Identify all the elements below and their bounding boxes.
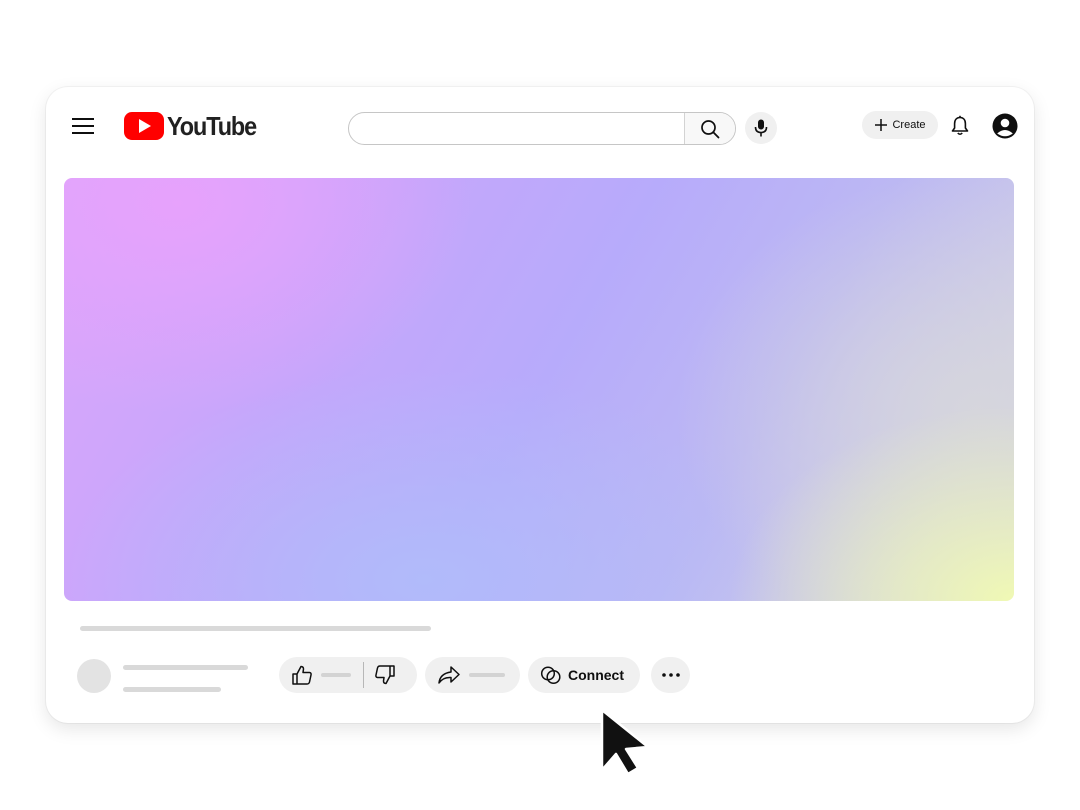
hamburger-menu-icon[interactable] [72, 117, 94, 135]
top-bar: YouTube Create [46, 87, 1034, 167]
bell-icon[interactable] [950, 115, 970, 137]
microphone-icon [754, 119, 768, 137]
like-divider [363, 662, 364, 688]
share-button[interactable] [425, 657, 520, 693]
channel-name-placeholder [123, 665, 248, 670]
logo-text: YouTube [167, 110, 257, 141]
like-count-placeholder [321, 673, 351, 677]
thumbs-up-icon [292, 665, 312, 685]
video-player[interactable] [64, 178, 1014, 601]
create-label: Create [892, 119, 926, 131]
video-title-placeholder [80, 626, 431, 631]
more-horizontal-icon [661, 673, 680, 677]
search-bar [348, 112, 736, 145]
search-icon [701, 119, 720, 138]
mouse-pointer-icon [600, 708, 650, 776]
dislike-button[interactable] [374, 657, 396, 693]
connect-button[interactable]: Connect [528, 657, 640, 693]
subscriber-count-placeholder [123, 687, 221, 692]
like-dislike-group [279, 657, 417, 693]
voice-search-button[interactable] [745, 112, 777, 144]
youtube-logo[interactable]: YouTube [124, 111, 266, 141]
plus-icon [875, 119, 888, 131]
search-button[interactable] [684, 113, 735, 144]
search-input[interactable] [349, 113, 684, 144]
channel-avatar[interactable] [77, 659, 111, 693]
like-button[interactable] [279, 657, 351, 693]
more-actions-button[interactable] [651, 657, 690, 693]
create-button[interactable]: Create [862, 111, 938, 139]
connect-circles-icon [540, 666, 561, 685]
account-circle-icon[interactable] [992, 113, 1018, 139]
connect-label: Connect [568, 667, 624, 683]
share-arrow-icon [438, 666, 460, 684]
thumbs-down-icon [375, 665, 395, 685]
share-label-placeholder [469, 673, 505, 677]
youtube-window: YouTube Create Connect [46, 87, 1034, 723]
youtube-play-icon [124, 112, 164, 140]
